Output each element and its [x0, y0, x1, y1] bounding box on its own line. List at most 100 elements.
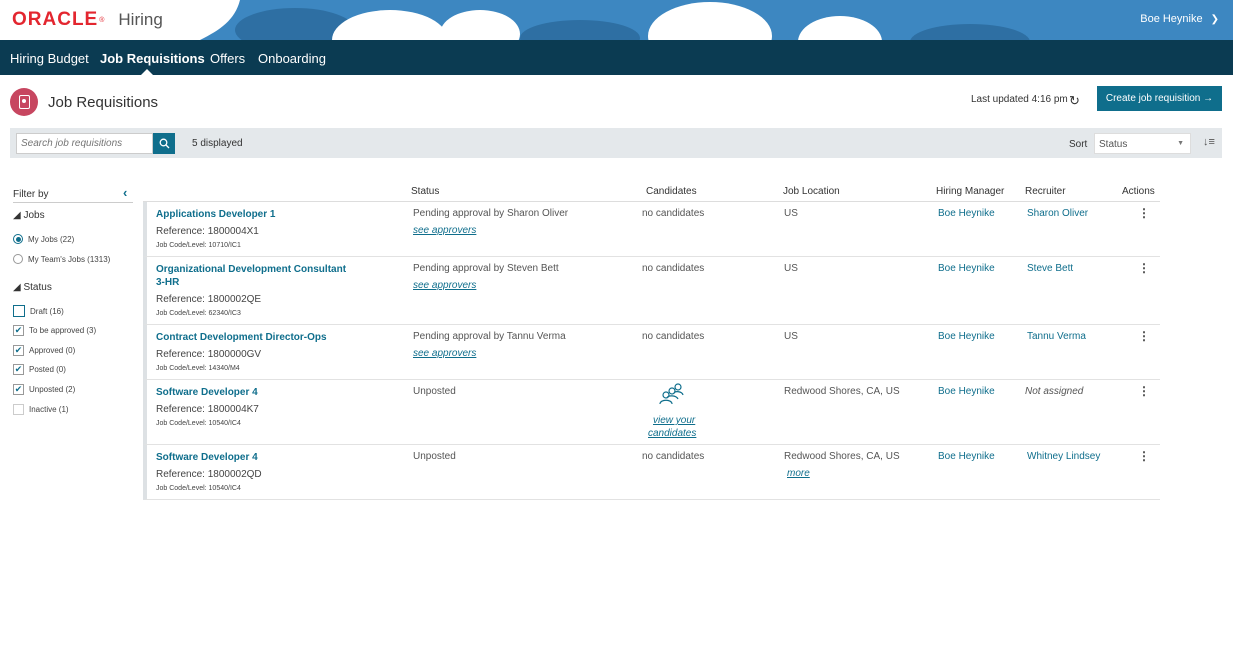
see-approvers-link[interactable]: see approvers — [413, 280, 476, 291]
view-candidates-link[interactable]: view your — [653, 415, 695, 426]
active-nav-caret — [141, 69, 153, 75]
job-status: Unposted — [413, 451, 456, 462]
hiring-manager-link[interactable]: Boe Heynike — [938, 451, 995, 462]
nav-item-offers[interactable]: Offers — [210, 51, 245, 66]
job-status: Unposted — [413, 386, 456, 397]
column-header-manager[interactable]: Hiring Manager — [936, 186, 1004, 197]
page-title: Job Requisitions — [48, 94, 159, 111]
filter-option-approved[interactable]: ✔ Approved (0) — [13, 345, 75, 356]
job-title-link[interactable]: Applications Developer 1 — [156, 208, 356, 221]
job-status: Pending approval by Tannu Verma — [413, 331, 566, 342]
job-location: US — [784, 208, 798, 219]
hiring-manager-link[interactable]: Boe Heynike — [938, 386, 995, 397]
job-reference: Reference: 1800002QE — [156, 294, 262, 305]
displayed-count: 5 displayed — [192, 138, 243, 149]
checkbox-unchecked[interactable] — [13, 404, 24, 415]
filter-section-jobs[interactable]: ◢ Jobs — [13, 210, 45, 221]
radio-selected[interactable] — [13, 234, 23, 244]
job-code: Job Code/Level: 10540/IC4 — [156, 485, 241, 492]
checkbox-checked[interactable]: ✔ — [13, 325, 24, 336]
filter-option-to-be-approved[interactable]: ✔ To be approved (3) — [13, 325, 96, 336]
filter-title: Filter by — [13, 189, 49, 200]
chevron-down-icon: ❯ — [1210, 13, 1219, 25]
more-actions-icon[interactable]: ⋮ — [1138, 449, 1150, 463]
sort-label: Sort — [1069, 139, 1088, 150]
job-location: Redwood Shores, CA, US — [784, 386, 900, 397]
job-status: Pending approval by Sharon Oliver — [413, 208, 569, 219]
filter-section-status[interactable]: ◢ Status — [13, 282, 52, 293]
more-locations-link[interactable]: more — [787, 468, 810, 479]
checkbox-unchecked[interactable] — [13, 305, 25, 317]
hiring-manager-link[interactable]: Boe Heynike — [938, 263, 995, 274]
filter-option-my-jobs[interactable]: My Jobs (22) — [13, 234, 74, 244]
table-row[interactable]: Contract Development Director-Ops Refere… — [143, 325, 1160, 380]
more-actions-icon[interactable]: ⋮ — [1138, 384, 1150, 398]
job-title-link[interactable]: Software Developer 4 — [156, 451, 356, 464]
view-candidates-link[interactable]: candidates — [648, 428, 696, 439]
nav-item-job-requisitions[interactable]: Job Requisitions — [100, 51, 205, 66]
radio-unselected[interactable] — [13, 254, 23, 264]
candidates-group-icon[interactable] — [657, 383, 685, 409]
collapse-filter-icon[interactable]: ‹ — [123, 185, 127, 200]
column-header-recruiter[interactable]: Recruiter — [1025, 186, 1066, 197]
recruiter-link[interactable]: Sharon Oliver — [1027, 208, 1088, 219]
more-actions-icon[interactable]: ⋮ — [1138, 329, 1150, 343]
nav-item-onboarding[interactable]: Onboarding — [258, 51, 326, 66]
table-row[interactable]: Organizational Development Consultant 3-… — [143, 257, 1160, 325]
job-code: Job Code/Level: 10710/IC1 — [156, 242, 241, 249]
requisition-icon — [10, 88, 38, 116]
checkbox-checked[interactable]: ✔ — [13, 364, 24, 375]
column-header-location[interactable]: Job Location — [783, 186, 840, 197]
job-title-link[interactable]: Contract Development Director-Ops — [156, 331, 396, 344]
create-job-requisition-button[interactable]: Create job requisition → — [1097, 86, 1222, 111]
filter-option-team-jobs[interactable]: My Team's Jobs (1313) — [13, 254, 110, 264]
column-header-candidates[interactable]: Candidates — [646, 186, 697, 197]
see-approvers-link[interactable]: see approvers — [413, 225, 476, 236]
table-row[interactable]: Applications Developer 1 Reference: 1800… — [143, 202, 1160, 257]
candidates-count: no candidates — [642, 263, 705, 274]
recruiter-link[interactable]: Steve Bett — [1027, 263, 1073, 274]
checkbox-checked[interactable]: ✔ — [13, 384, 24, 395]
recruiter-link[interactable]: Whitney Lindsey — [1027, 451, 1100, 462]
brand: ORACLE ® Hiring — [12, 9, 163, 31]
table-row[interactable]: Software Developer 4 Reference: 1800004K… — [143, 380, 1160, 445]
main-nav: Hiring Budget Job Requisitions Offers On… — [0, 40, 1233, 75]
refresh-icon[interactable]: ↻ — [1069, 93, 1080, 109]
table-row[interactable]: Software Developer 4 Reference: 1800002Q… — [143, 445, 1160, 500]
app-header: ORACLE ® Hiring Boe Heynike ❯ — [0, 0, 1233, 40]
more-actions-icon[interactable]: ⋮ — [1138, 206, 1150, 220]
search-input[interactable] — [16, 133, 153, 154]
more-actions-icon[interactable]: ⋮ — [1138, 261, 1150, 275]
nav-item-hiring-budget[interactable]: Hiring Budget — [10, 51, 89, 66]
job-title-link[interactable]: Organizational Development Consultant 3-… — [156, 263, 356, 289]
divider — [13, 202, 133, 203]
job-reference: Reference: 1800004K7 — [156, 404, 259, 415]
checkbox-checked[interactable]: ✔ — [13, 345, 24, 356]
column-header-status[interactable]: Status — [411, 186, 439, 197]
hiring-manager-link[interactable]: Boe Heynike — [938, 208, 995, 219]
sort-value: Status — [1099, 139, 1128, 150]
job-title-link[interactable]: Software Developer 4 — [156, 386, 356, 399]
candidates-count: no candidates — [642, 331, 705, 342]
hiring-manager-link[interactable]: Boe Heynike — [938, 331, 995, 342]
job-reference: Reference: 1800000GV — [156, 349, 262, 360]
filter-option-unposted[interactable]: ✔ Unposted (2) — [13, 384, 75, 395]
sort-select[interactable]: Status ▼ — [1094, 133, 1191, 154]
see-approvers-link[interactable]: see approvers — [413, 348, 476, 359]
filter-option-posted[interactable]: ✔ Posted (0) — [13, 364, 66, 375]
filter-option-inactive[interactable]: Inactive (1) — [13, 404, 69, 415]
job-location: US — [784, 263, 798, 274]
search-icon — [159, 138, 169, 149]
recruiter-not-assigned: Not assigned — [1025, 386, 1084, 397]
search-button[interactable] — [153, 133, 175, 154]
registered-mark: ® — [99, 16, 105, 24]
sort-direction-icon[interactable]: ↓≡ — [1203, 136, 1215, 148]
filter-option-draft[interactable]: Draft (16) — [13, 305, 64, 317]
user-menu[interactable]: Boe Heynike ❯ — [1140, 13, 1219, 25]
search-toolbar: 5 displayed Sort Status ▼ ↓≡ — [10, 128, 1222, 158]
column-header-actions: Actions — [1122, 186, 1155, 197]
job-location: US — [784, 331, 798, 342]
candidates-count: no candidates — [642, 208, 705, 219]
app-name: Hiring — [118, 10, 163, 29]
recruiter-link[interactable]: Tannu Verma — [1027, 331, 1086, 342]
